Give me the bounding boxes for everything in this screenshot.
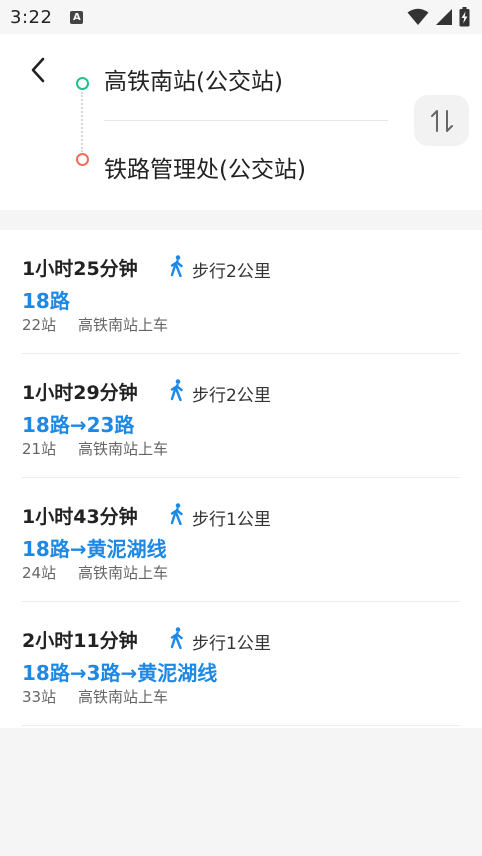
route-divider [22,725,460,726]
boarding-station: 高铁南站上车 [78,316,169,334]
boarding-station: 高铁南站上车 [78,564,169,582]
route-connector [81,92,83,152]
stop-count: 33站 [22,688,57,706]
route-duration: 1小时29分钟 [22,382,138,404]
stop-count: 22站 [22,316,57,334]
boarding-station: 高铁南站上车 [78,440,169,458]
route-option[interactable]: 2小时11分钟 步行1公里 18路→3路→黄泥湖线 33站 高铁南站上车 [0,602,482,726]
signal-icon [436,9,452,25]
walk-distance: 步行1公里 [192,510,271,530]
destination-dot-icon [76,153,89,166]
bus-lines: 18路 [22,289,70,313]
bus-lines: 18路→3路→黄泥湖线 [22,661,218,685]
origin-dot-icon [76,77,89,90]
route-duration: 1小时43分钟 [22,506,138,528]
route-option[interactable]: 1小时43分钟 步行1公里 18路→黄泥湖线 24站 高铁南站上车 [0,478,482,602]
bus-lines: 18路→23路 [22,413,135,437]
walk-icon [170,503,183,525]
route-option[interactable]: 1小时25分钟 步行2公里 18路 22站 高铁南站上车 [0,230,482,354]
route-list: 1小时25分钟 步行2公里 18路 22站 高铁南站上车 1小时29分钟 步行2… [0,230,482,728]
route-duration: 1小时25分钟 [22,258,138,280]
destination-field[interactable]: 铁路管理处(公交站) [104,150,306,184]
boarding-station: 高铁南站上车 [78,688,169,706]
route-search-header: 高铁南站(公交站) 铁路管理处(公交站) [0,34,482,210]
walk-distance: 步行1公里 [192,634,271,654]
battery-charging-icon [459,7,470,27]
wifi-icon [407,8,429,25]
field-divider [104,120,388,121]
walk-distance: 步行2公里 [192,386,271,406]
status-time: 3:22 [10,6,53,28]
route-option[interactable]: 1小时29分钟 步行2公里 18路→23路 21站 高铁南站上车 [0,354,482,478]
route-duration: 2小时11分钟 [22,630,138,652]
stop-count: 21站 [22,440,57,458]
status-bar: 3:22 A [0,0,482,34]
walk-icon [170,627,183,649]
notification-icon: A [70,10,84,24]
back-arrow-icon [31,57,45,83]
walk-icon [170,379,183,401]
origin-field[interactable]: 高铁南站(公交站) [104,62,283,96]
walk-icon [170,255,183,277]
status-icons [407,7,470,27]
stop-count: 24站 [22,564,57,582]
walk-distance: 步行2公里 [192,262,271,282]
bus-lines: 18路→黄泥湖线 [22,537,167,561]
swap-icon [430,109,453,132]
back-button[interactable] [22,54,54,86]
swap-button[interactable] [414,95,469,146]
